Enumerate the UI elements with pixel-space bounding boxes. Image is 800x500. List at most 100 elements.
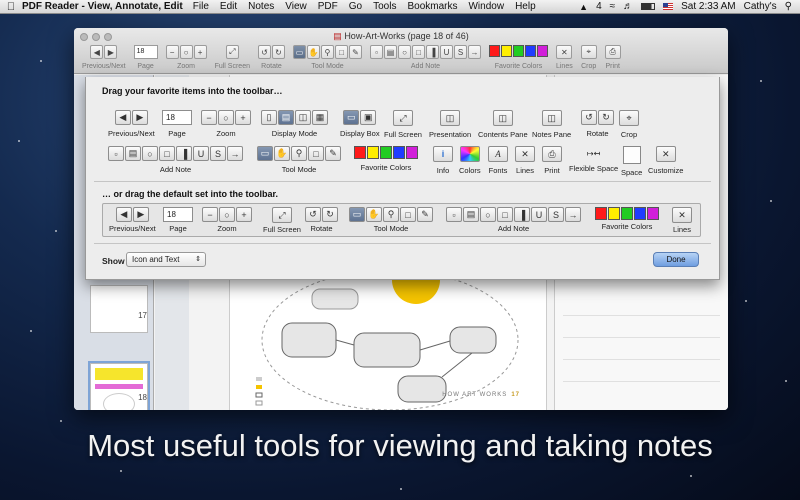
menu-tools[interactable]: Tools xyxy=(373,1,396,12)
menu-pdf[interactable]: PDF xyxy=(318,1,338,12)
item-previous-next[interactable]: ◀ ▶ Previous/Next xyxy=(108,110,155,138)
toolbar-page: 18 Page xyxy=(133,45,158,70)
previous-page-icon[interactable]: ◀ xyxy=(90,45,104,59)
rect-select-icon: □ xyxy=(400,207,416,222)
zoom-actual-icon[interactable]: ○ xyxy=(179,45,193,59)
note-icon[interactable]: ▫ xyxy=(369,45,383,59)
apple-menu-icon[interactable]:  xyxy=(0,1,22,13)
done-button[interactable]: Done xyxy=(653,252,699,267)
menu-notes[interactable]: Notes xyxy=(248,1,274,12)
zoom-out-icon[interactable]: − xyxy=(165,45,179,59)
menu-edit[interactable]: Edit xyxy=(220,1,237,12)
page-number-input[interactable]: 18 xyxy=(133,45,158,59)
item-crop[interactable]: ⌖ Crop xyxy=(619,110,639,139)
color-swatch-5[interactable] xyxy=(536,45,548,57)
text-box-icon[interactable]: ▤ xyxy=(383,45,397,59)
adobe-icon[interactable]: ▲ xyxy=(579,2,588,12)
underline-icon[interactable]: U xyxy=(439,45,453,59)
item-info[interactable]: i Info xyxy=(433,146,453,175)
app-menu[interactable]: PDF Reader - View, Annotate, Edit xyxy=(22,1,183,12)
page-thumbnail-selected[interactable] xyxy=(88,361,150,410)
user-menu[interactable]: Cathy's xyxy=(744,1,777,12)
battery-icon[interactable] xyxy=(641,3,656,10)
rotate-right-icon[interactable]: ↻ xyxy=(271,45,285,59)
print-icon: ⎙ xyxy=(542,146,562,162)
zoom-in-icon[interactable]: + xyxy=(193,45,207,59)
lines-icon: ✕ xyxy=(515,146,535,162)
menu-view[interactable]: View xyxy=(285,1,307,12)
continuous-icon: ▤ xyxy=(278,110,294,125)
note-line xyxy=(563,381,720,382)
next-page-icon[interactable]: ▶ xyxy=(104,45,118,59)
item-presentation[interactable]: ◫ Presentation xyxy=(429,110,471,139)
select-text-icon[interactable]: ▭ xyxy=(292,45,306,59)
input-flag-icon[interactable] xyxy=(663,3,674,10)
item-zoom[interactable]: − ○ + Zoom xyxy=(201,110,251,138)
color-swatch-2[interactable] xyxy=(500,45,512,57)
item-notes-pane[interactable]: ◫ Notes Pane xyxy=(532,110,571,139)
square-icon[interactable]: □ xyxy=(411,45,425,59)
item-flexible-space[interactable]: ↦↤ Flexible Space xyxy=(569,146,618,174)
strikethrough-icon[interactable]: S xyxy=(453,45,467,59)
magnify-tool-icon: ⚲ xyxy=(383,207,399,222)
two-page-icon: ◫ xyxy=(295,110,311,125)
item-add-note[interactable]: ▫ ▤ ○ □ ▐ U S → Add Note xyxy=(108,146,243,174)
diagram-arrow xyxy=(335,339,355,346)
page-field: 18 xyxy=(162,110,192,125)
item-display-box[interactable]: ▭ ▣ Display Box xyxy=(340,110,380,138)
toolbar-lines: ✕ Lines xyxy=(556,45,573,70)
page-thumbnail[interactable] xyxy=(90,285,148,333)
item-display-mode[interactable]: ▯ ▤ ◫ ▦ Display Mode xyxy=(261,110,328,138)
menu-go[interactable]: Go xyxy=(349,1,362,12)
full-screen-icon[interactable]: ⤢ xyxy=(225,45,239,59)
item-rotate[interactable]: ↺ ↻ Rotate xyxy=(581,110,614,138)
item-tool-mode[interactable]: ▭ ✋ ⚲ □ ✎ Tool Mode xyxy=(257,146,341,174)
rotate-right-icon: ↻ xyxy=(322,207,338,222)
highlight-icon[interactable]: ▐ xyxy=(425,45,439,59)
item-contents-pane[interactable]: ◫ Contents Pane xyxy=(478,110,528,139)
volume-icon[interactable]: ♬ xyxy=(623,1,633,12)
item-favorite-colors[interactable]: Favorite Colors xyxy=(354,146,418,172)
square-icon: □ xyxy=(159,146,175,161)
text-box-icon: ▤ xyxy=(463,207,479,222)
item-lines[interactable]: ✕ Lines xyxy=(515,146,535,175)
item-page[interactable]: 18 Page xyxy=(162,110,192,138)
rect-select-icon[interactable]: □ xyxy=(334,45,348,59)
crop-icon[interactable]: ⌖ xyxy=(580,45,597,59)
default-toolbar-set[interactable]: ◀ ▶ Previous/Next 18 Page − ○ + Zoom ⤢ Full… xyxy=(102,203,701,237)
print-icon[interactable]: ⎙ xyxy=(604,45,621,59)
item-print[interactable]: ⎙ Print xyxy=(542,146,562,175)
color-swatch-4 xyxy=(393,146,405,159)
color-swatch-1[interactable] xyxy=(488,45,500,57)
contents-pane-icon: ◫ xyxy=(492,110,513,126)
clock[interactable]: Sat 2:33 AM xyxy=(681,1,735,12)
zoom-actual-icon: ○ xyxy=(218,110,234,125)
show-select[interactable]: Icon and Text ⇕ xyxy=(126,252,206,267)
item-fonts[interactable]: A Fonts xyxy=(488,146,508,175)
menu-help[interactable]: Help xyxy=(515,1,536,12)
item-space[interactable]: Space xyxy=(621,146,642,177)
item-colors[interactable]: Colors xyxy=(459,146,481,175)
legend-swatch xyxy=(255,400,263,406)
legend-swatch xyxy=(256,377,262,381)
magnify-tool-icon[interactable]: ⚲ xyxy=(320,45,334,59)
wifi-icon[interactable]: ≈ xyxy=(610,1,616,12)
presentation-icon: ◫ xyxy=(440,110,461,126)
item-customize[interactable]: ✕ Customize xyxy=(648,146,683,175)
main-toolbar: ◀ ▶ Previous/Next 18 Page − ○ + Zoom ⤢ Full… xyxy=(82,45,720,70)
search-icon[interactable]: ⚲ xyxy=(785,1,792,12)
color-swatch-5 xyxy=(647,207,659,220)
pen-tool-icon[interactable]: ✎ xyxy=(348,45,362,59)
lines-icon[interactable]: ✕ xyxy=(556,45,573,59)
arrow-icon[interactable]: → xyxy=(467,45,481,59)
menu-bookmarks[interactable]: Bookmarks xyxy=(407,1,457,12)
rotate-left-icon[interactable]: ↺ xyxy=(257,45,271,59)
zoom-actual-icon: ○ xyxy=(219,207,235,222)
color-swatch-3[interactable] xyxy=(512,45,524,57)
color-swatch-4[interactable] xyxy=(524,45,536,57)
circle-icon[interactable]: ○ xyxy=(397,45,411,59)
menu-window[interactable]: Window xyxy=(468,1,504,12)
menu-file[interactable]: File xyxy=(193,1,209,12)
hand-tool-icon[interactable]: ✋ xyxy=(306,45,320,59)
item-full-screen[interactable]: ⤢ Full Screen xyxy=(384,110,422,139)
